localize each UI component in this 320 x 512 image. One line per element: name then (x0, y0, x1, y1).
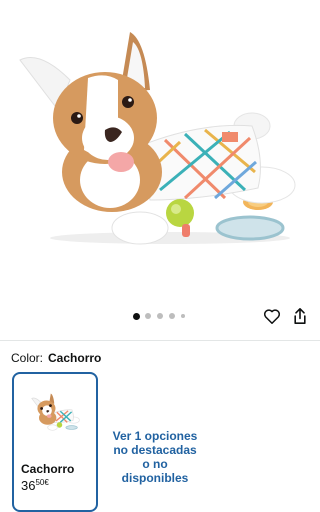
corgi-plush-image (19, 32, 296, 245)
carousel-dot[interactable] (181, 314, 185, 318)
view-unavailable-options-link[interactable]: Ver 1 opciones no destacadas o no dispon… (110, 429, 200, 485)
color-label: Color: (11, 351, 44, 365)
price-whole: 36 (21, 478, 36, 493)
color-selection-label: Color: Cachorro (11, 351, 101, 365)
heart-icon (263, 308, 281, 324)
variant-thumbnail (31, 393, 80, 431)
product-image[interactable] (0, 0, 320, 300)
price-currency: € (44, 478, 49, 487)
variant-option-card[interactable]: Cachorro 3650€ (12, 372, 98, 512)
carousel-dot[interactable] (133, 312, 140, 320)
share-icon (294, 308, 306, 324)
carousel-dot[interactable] (157, 313, 163, 319)
variant-price: 3650€ (21, 478, 49, 493)
carousel-dot[interactable] (145, 313, 151, 319)
carousel-dot[interactable] (169, 313, 175, 319)
section-divider (0, 340, 320, 341)
share-button[interactable] (289, 305, 311, 327)
selected-color-value: Cachorro (48, 351, 102, 365)
variant-name: Cachorro (21, 462, 75, 476)
wishlist-button[interactable] (261, 305, 283, 327)
